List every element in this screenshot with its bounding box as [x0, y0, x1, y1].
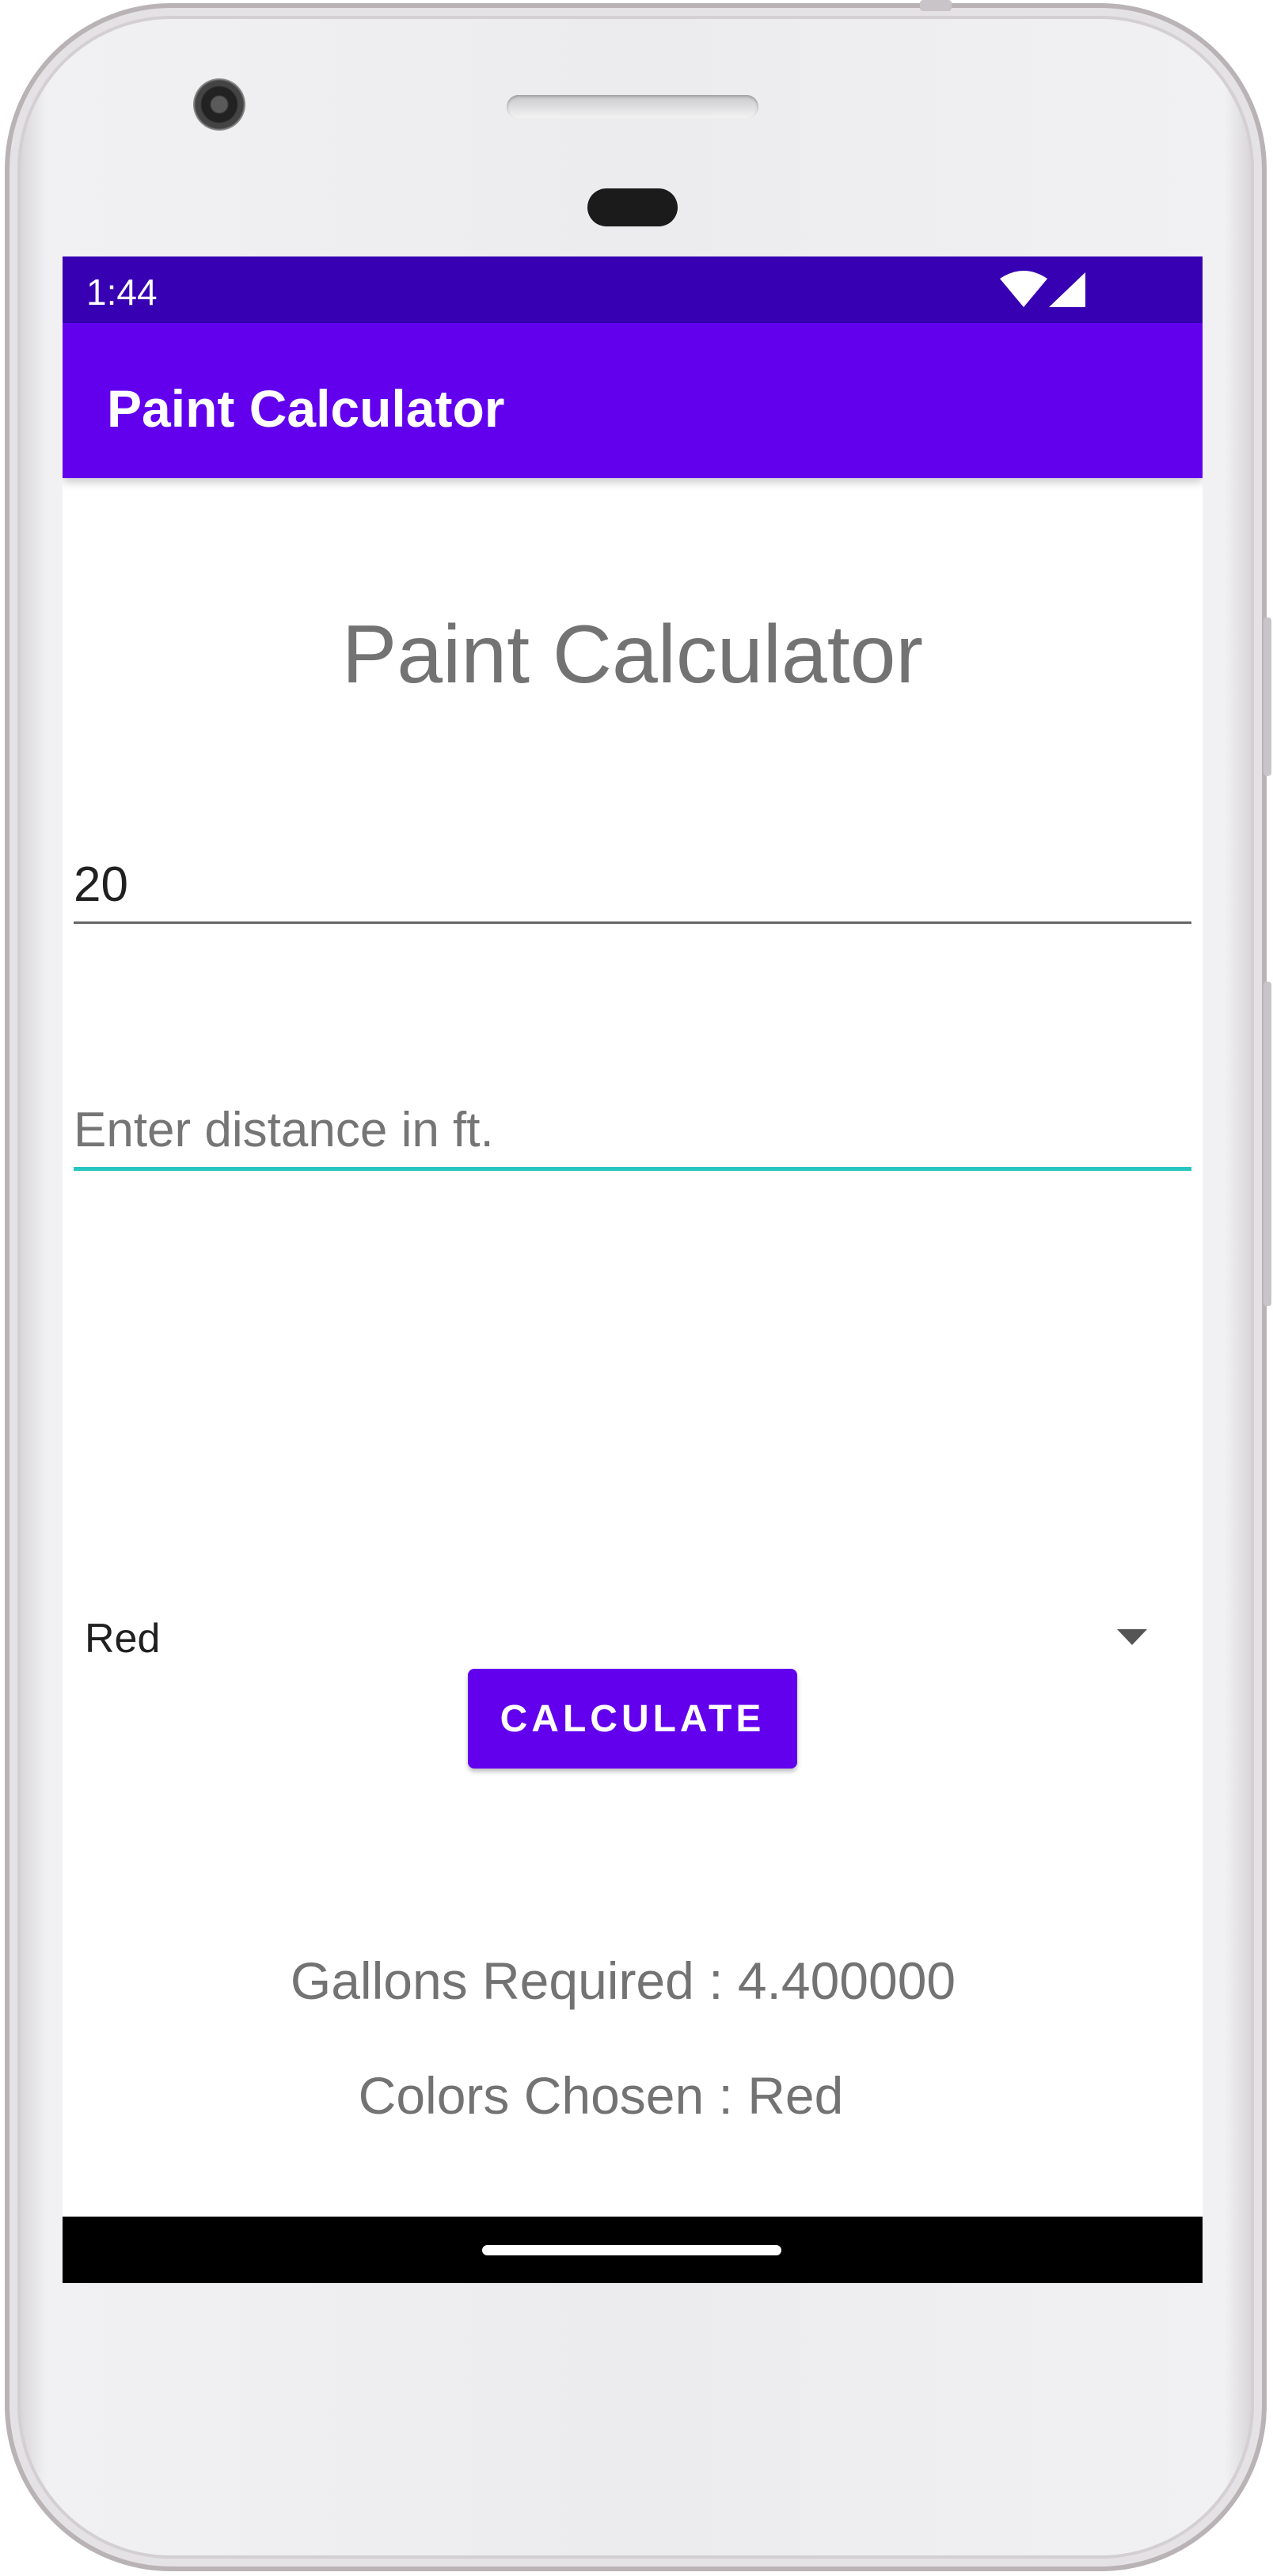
- app-bar: Paint Calculator: [63, 323, 1203, 478]
- signal-icon: [1049, 272, 1085, 307]
- screen: 1:44 Paint Calculator Paint Calculator 2…: [63, 256, 1203, 2283]
- distance-input[interactable]: Enter distance in ft.: [74, 1080, 1191, 1171]
- status-bar: 1:44: [63, 256, 1203, 323]
- front-camera: [193, 78, 245, 131]
- length-input-value: 20: [74, 857, 128, 912]
- wifi-icon: [1000, 271, 1047, 307]
- power-button: [1264, 982, 1271, 1306]
- top-button: [920, 0, 952, 11]
- color-spinner-value: Red: [85, 1616, 161, 1662]
- colors-chosen-text: Colors Chosen : Red: [358, 2066, 844, 2125]
- app-bar-title: Paint Calculator: [107, 379, 505, 438]
- proximity-sensor: [587, 188, 678, 226]
- length-input[interactable]: 20: [74, 834, 1191, 924]
- status-time: 1:44: [86, 272, 158, 313]
- distance-input-placeholder: Enter distance in ft.: [74, 1103, 494, 1157]
- calculate-button[interactable]: CALCULATE: [468, 1669, 797, 1769]
- volume-button: [1264, 617, 1271, 776]
- page-title: Paint Calculator: [341, 609, 924, 701]
- dropdown-arrow-icon: [1117, 1629, 1147, 1645]
- gallons-required-text: Gallons Required : 4.400000: [290, 1951, 956, 2010]
- earpiece-speaker: [507, 95, 758, 119]
- navigation-bar: [63, 2217, 1203, 2283]
- home-gesture-handle[interactable]: [482, 2245, 781, 2255]
